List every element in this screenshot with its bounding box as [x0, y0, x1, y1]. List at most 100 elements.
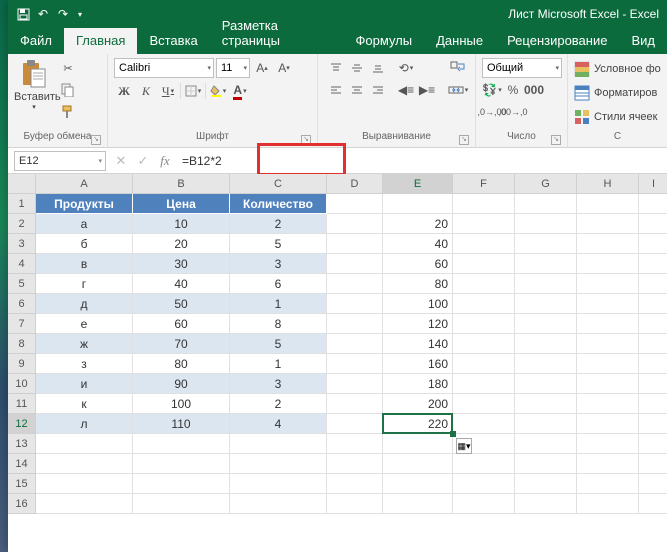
cell[interactable] — [639, 374, 667, 394]
cell[interactable]: 120 — [383, 314, 453, 334]
cell[interactable] — [453, 254, 515, 274]
cell[interactable] — [577, 214, 639, 234]
cell[interactable] — [577, 254, 639, 274]
redo-icon[interactable]: ↷ — [54, 5, 72, 23]
decrease-decimal-icon[interactable]: ,00→,0 — [503, 102, 523, 122]
align-middle-icon[interactable] — [347, 58, 367, 78]
cell[interactable] — [515, 214, 577, 234]
spreadsheet-grid[interactable]: ABCDEFGHI1ПродуктыЦенаКоличество2а102203… — [8, 174, 667, 552]
cell[interactable]: 30 — [133, 254, 230, 274]
align-left-icon[interactable] — [326, 80, 346, 100]
cell[interactable] — [327, 454, 383, 474]
cell[interactable]: 1 — [230, 294, 327, 314]
cell[interactable]: 10 — [133, 214, 230, 234]
cell[interactable]: 2 — [230, 214, 327, 234]
cell[interactable]: 5 — [230, 334, 327, 354]
column-header[interactable]: A — [36, 174, 133, 194]
cell[interactable] — [327, 434, 383, 454]
row-header[interactable]: 16 — [8, 494, 36, 514]
orientation-icon[interactable]: ⟲▾ — [396, 58, 416, 78]
cell[interactable] — [230, 494, 327, 514]
cell[interactable]: 80 — [133, 354, 230, 374]
cell[interactable]: 20 — [383, 214, 453, 234]
tab-insert[interactable]: Вставка — [137, 28, 209, 54]
row-header[interactable]: 1 — [8, 194, 36, 214]
cell[interactable]: 140 — [383, 334, 453, 354]
decrease-font-icon[interactable]: A▾ — [274, 58, 294, 78]
row-header[interactable]: 15 — [8, 474, 36, 494]
cell[interactable] — [515, 494, 577, 514]
decrease-indent-icon[interactable]: ◀≡ — [396, 80, 416, 100]
tab-review[interactable]: Рецензирование — [495, 28, 619, 54]
tab-data[interactable]: Данные — [424, 28, 495, 54]
dialog-launcher-icon[interactable]: ↘ — [91, 135, 101, 145]
cell[interactable] — [515, 454, 577, 474]
cell[interactable]: л — [36, 414, 133, 434]
dialog-launcher-icon[interactable]: ↘ — [551, 135, 561, 145]
cell[interactable] — [639, 314, 667, 334]
cell[interactable]: 1 — [230, 354, 327, 374]
cell[interactable]: 6 — [230, 274, 327, 294]
cell[interactable] — [36, 494, 133, 514]
cell[interactable] — [453, 214, 515, 234]
fill-color-icon[interactable]: ▾ — [208, 81, 228, 101]
cell[interactable] — [639, 434, 667, 454]
confirm-formula-icon[interactable]: ✓ — [132, 150, 154, 172]
cell[interactable]: 40 — [383, 234, 453, 254]
format-as-table-button[interactable]: Форматиров — [574, 82, 661, 104]
save-icon[interactable] — [14, 5, 32, 23]
cell[interactable] — [515, 294, 577, 314]
dialog-launcher-icon[interactable]: ↘ — [459, 135, 469, 145]
cell[interactable]: 110 — [133, 414, 230, 434]
column-header[interactable]: E — [383, 174, 453, 194]
cell[interactable] — [327, 194, 383, 214]
cell[interactable]: 60 — [133, 314, 230, 334]
cell[interactable] — [515, 254, 577, 274]
cell[interactable]: 100 — [133, 394, 230, 414]
cell[interactable] — [577, 374, 639, 394]
tab-layout[interactable]: Разметка страницы — [210, 13, 344, 54]
cell[interactable] — [515, 374, 577, 394]
tab-view[interactable]: Вид — [619, 28, 667, 54]
cancel-formula-icon[interactable]: ✕ — [110, 150, 132, 172]
dialog-launcher-icon[interactable]: ↘ — [301, 135, 311, 145]
font-size-combo[interactable]: 11▾ — [216, 58, 250, 78]
cell[interactable] — [577, 354, 639, 374]
name-box[interactable]: E12▾ — [14, 151, 106, 171]
cell[interactable] — [639, 294, 667, 314]
cell[interactable] — [327, 394, 383, 414]
cell[interactable] — [133, 454, 230, 474]
cell[interactable] — [230, 474, 327, 494]
cell[interactable] — [453, 334, 515, 354]
cell[interactable]: и — [36, 374, 133, 394]
cell[interactable] — [577, 294, 639, 314]
cell[interactable] — [639, 214, 667, 234]
cell[interactable]: в — [36, 254, 133, 274]
cell[interactable] — [383, 474, 453, 494]
cell[interactable] — [453, 374, 515, 394]
underline-button[interactable]: Ч▾ — [158, 81, 178, 101]
cell[interactable] — [383, 434, 453, 454]
cell[interactable] — [577, 334, 639, 354]
cell[interactable]: з — [36, 354, 133, 374]
cell[interactable] — [453, 314, 515, 334]
copy-icon[interactable] — [58, 80, 78, 100]
cell[interactable]: 3 — [230, 254, 327, 274]
cut-icon[interactable]: ✂ — [58, 58, 78, 78]
cell[interactable]: 40 — [133, 274, 230, 294]
conditional-formatting-button[interactable]: Условное фо — [574, 58, 661, 80]
cell[interactable] — [327, 414, 383, 434]
bold-button[interactable]: Ж — [114, 81, 134, 101]
cell[interactable] — [515, 474, 577, 494]
increase-font-icon[interactable]: A▴ — [252, 58, 272, 78]
cell-styles-button[interactable]: Стили ячеек — [574, 106, 661, 128]
row-header[interactable]: 5 — [8, 274, 36, 294]
cell[interactable]: е — [36, 314, 133, 334]
cell[interactable] — [639, 354, 667, 374]
cell[interactable] — [639, 474, 667, 494]
cell[interactable] — [453, 194, 515, 214]
cell[interactable] — [577, 234, 639, 254]
cell[interactable] — [327, 254, 383, 274]
cell[interactable] — [327, 334, 383, 354]
cell[interactable] — [577, 394, 639, 414]
